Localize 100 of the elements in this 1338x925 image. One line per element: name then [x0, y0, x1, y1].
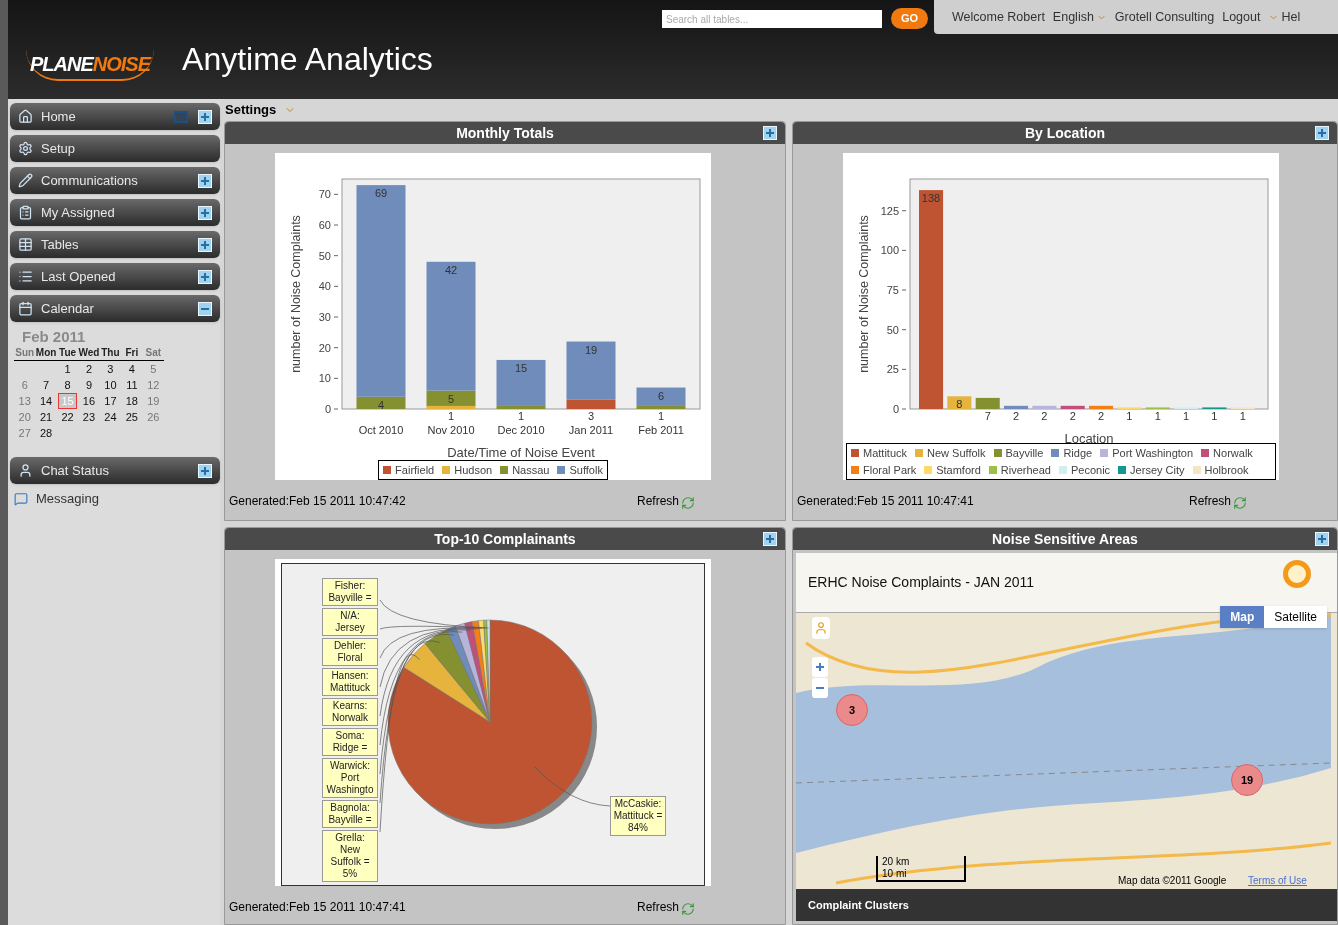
x-axis-title: Date/Time of Noise Event	[446, 445, 595, 460]
calendar-day[interactable]: 23	[79, 409, 99, 425]
sidebar-item[interactable]: Last Opened	[10, 263, 220, 290]
map-view[interactable]: ERHC Noise Complaints - JAN 2011 Map Satellite 3 19 20 km 10 mi Map data ©2011 Google Terms of Use Complaint Clusters	[796, 553, 1337, 921]
sidebar-label: Tables	[41, 235, 80, 254]
header-link[interactable]: Grotell Consulting	[1114, 7, 1215, 27]
sidebar-item[interactable]: Calendar	[10, 295, 220, 322]
calendar-day[interactable]: 8	[61, 377, 74, 393]
settings-menu[interactable]: Settings	[225, 100, 277, 120]
y-tick: 60	[318, 219, 338, 231]
refresh-button[interactable]: Refresh	[636, 898, 695, 916]
y-tick: 70	[318, 188, 338, 201]
legend-label: Hudson	[454, 462, 493, 478]
legend-label: Suffolk	[569, 462, 603, 478]
calendar-day[interactable]: 9	[82, 377, 96, 393]
y-tick-label: 125	[880, 204, 899, 217]
header-link[interactable]: Logout	[1222, 7, 1261, 27]
data-label: 1	[1182, 410, 1189, 422]
calendar-day[interactable]: 11	[123, 377, 141, 393]
map-type-tab[interactable]: Satellite	[1264, 606, 1327, 628]
sidebar-label: Home	[41, 107, 77, 126]
map-type-tab[interactable]: Map	[1220, 606, 1265, 628]
terms-link[interactable]: Terms of Use	[1248, 873, 1307, 888]
y-tick-label: 10	[318, 372, 331, 385]
y-tick: 20	[318, 341, 338, 354]
slice-callout: Bagnola: Bayville =	[322, 800, 378, 828]
calendar-day[interactable]: 3	[104, 361, 117, 377]
calendar-day[interactable]: 28	[37, 425, 56, 441]
y-tick-label: 60	[318, 219, 331, 231]
panel-title: Monthly Totals	[456, 123, 554, 143]
calendar-day[interactable]: 16	[79, 393, 99, 409]
header-link[interactable]: Hel	[1281, 7, 1301, 27]
search-field[interactable]: Search all tables...	[662, 10, 882, 28]
messaging-link[interactable]: Messaging	[36, 489, 99, 509]
y-tick: 125	[880, 204, 906, 217]
weekday-label: Sat	[144, 346, 163, 360]
calendar-day[interactable]: 17	[101, 393, 120, 409]
sidebar-item[interactable]: Communications	[10, 167, 220, 194]
calendar-day[interactable]: 6	[18, 377, 31, 393]
slice-callout: Kearns: Norwalk	[322, 698, 378, 726]
calendar-month: Feb 2011	[21, 329, 87, 345]
map-attribution: Map data ©2011 Google	[1118, 874, 1227, 888]
calendar-day[interactable]: 4	[125, 361, 138, 377]
y-tick: 25	[886, 363, 906, 376]
data-label: 2	[1012, 410, 1019, 422]
sidebar-item[interactable]: Chat Status	[10, 457, 220, 484]
legend-label: Stamford	[936, 462, 981, 478]
sidebar-item[interactable]: Setup	[10, 135, 220, 162]
y-tick: 30	[318, 311, 338, 323]
sidebar-label: Chat Status	[41, 461, 110, 480]
header-link[interactable]: Welcome Robert	[952, 7, 1045, 27]
slice-callout: McCaskie: Mattituck = 84%	[610, 796, 666, 836]
map-footer: Complaint Clusters	[808, 896, 909, 914]
header-link[interactable]: English	[1052, 7, 1094, 27]
weekday-label: Thu	[100, 346, 121, 360]
sidebar-item[interactable]: My Assigned	[10, 199, 220, 226]
data-label: 1	[1239, 410, 1246, 422]
calendar-day[interactable]: 22	[58, 409, 77, 425]
calendar-day[interactable]: 24	[101, 409, 120, 425]
weekday-label: Wed	[78, 346, 100, 360]
x-tick-label: Feb 2011	[637, 424, 684, 436]
data-label: 7	[984, 410, 991, 422]
sidebar-item[interactable]: Home	[10, 103, 220, 130]
y-tick: 0	[324, 403, 338, 415]
slice-callout: Warwick: Port Washingto	[322, 758, 378, 798]
x-tick-label: Nov 2010	[426, 424, 475, 436]
y-tick-label: 50	[886, 323, 899, 336]
weekday-label: Sun	[14, 346, 36, 360]
y-tick-label: 0	[892, 403, 899, 415]
calendar-day[interactable]: 1	[61, 361, 74, 377]
sidebar-item[interactable]: Tables	[10, 231, 220, 258]
sidebar-label: Calendar	[41, 299, 95, 318]
calendar-day[interactable]: 14	[37, 393, 56, 409]
sidebar-label: Setup	[41, 139, 76, 158]
data-label: 69	[374, 187, 387, 200]
refresh-button[interactable]: Refresh	[636, 492, 695, 510]
y-axis-title: number of Noise Complaints	[288, 215, 303, 373]
data-label: 1	[1154, 410, 1161, 422]
data-label: 1	[517, 410, 524, 422]
map-title: ERHC Noise Complaints - JAN 2011	[808, 573, 1035, 592]
y-tick-label: 100	[880, 244, 899, 257]
y-tick-label: 75	[886, 284, 899, 297]
legend-label: Port Washington	[1112, 446, 1194, 461]
calendar-day[interactable]: 7	[40, 377, 53, 393]
calendar-day[interactable]: 21	[37, 409, 56, 425]
slice-callout: Fisher: Bayville =	[322, 578, 378, 606]
y-tick-label: 70	[318, 188, 331, 201]
calendar-day[interactable]: 10	[101, 377, 120, 393]
calendar-day[interactable]: 18	[122, 393, 141, 409]
y-tick-label: 40	[318, 280, 331, 293]
calendar-day[interactable]: 2	[82, 361, 96, 377]
data-label: 8	[955, 398, 962, 411]
refresh-button[interactable]: Refresh	[1188, 492, 1247, 510]
x-axis-title: Location	[1063, 431, 1114, 443]
x-tick-label: Dec 2010	[496, 424, 545, 436]
y-tick-label: 0	[324, 403, 331, 415]
calendar-day[interactable]: 25	[122, 409, 141, 425]
data-label: 5	[447, 392, 454, 405]
data-label: 1	[1125, 410, 1132, 422]
sidebar-label: Last Opened	[41, 267, 117, 286]
